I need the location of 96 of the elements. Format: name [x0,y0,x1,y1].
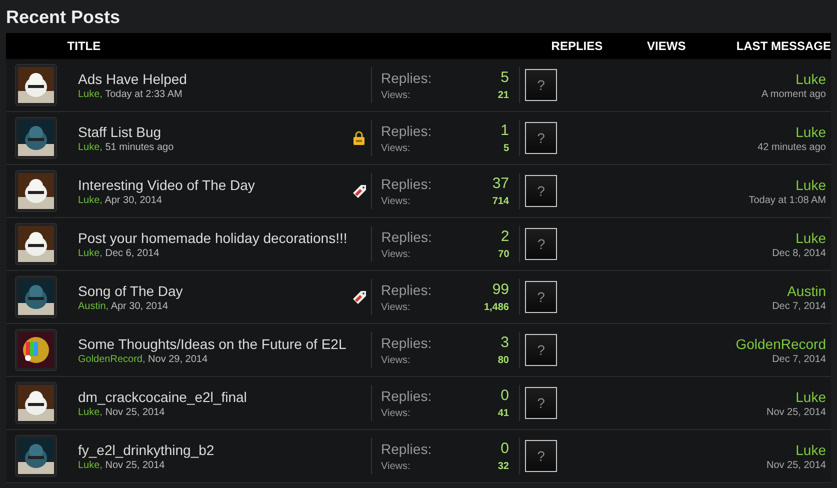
last-poster-name[interactable]: Luke [796,442,826,458]
last-poster-name[interactable]: Luke [796,388,826,404]
avatar[interactable] [15,435,57,477]
views-count: 5 [502,143,509,154]
last-poster-avatar[interactable]: ? [525,334,557,366]
thread-row[interactable]: Some Thoughts/Ideas on the Future of E2L GoldenRecord, Nov 29, 2014 Replies: 3 Views: 80 ? GoldenRecord Dec 7, 2014 [6,324,831,377]
views-count: 41 [498,408,509,419]
thread-title[interactable]: Some Thoughts/Ideas on the Future of E2L [78,336,347,352]
replies-label: Replies: [381,122,433,138]
replies-label: Replies: [381,388,433,404]
column-header: VIEWS [646,39,686,53]
thread-row[interactable]: Ads Have Helped Luke, Today at 2:33 AM Replies: 5 Views: 21 ? Luke A moment ago [6,59,831,112]
last-poster-avatar[interactable]: ? [525,387,557,419]
tag-icon [352,290,366,304]
last-poster-avatar[interactable]: ? [525,122,557,154]
replies-count: 37 [492,175,509,192]
views-label: Views: [381,90,412,101]
thread-row[interactable]: Staff List Bug Luke, 51 minutes ago Replies: 1 Views: 5 ? Luke 42 minutes ago [6,112,831,165]
avatar[interactable] [15,64,57,106]
column-header: TITLE [67,39,102,53]
section-heading: Recent Posts [6,6,122,28]
replies-count: 0 [500,440,509,457]
last-poster-avatar[interactable]: ? [525,228,558,260]
last-post-date: Nov 25, 2014 [766,460,826,470]
last-post-date: A moment ago [762,88,826,100]
replies-count: 2 [500,228,510,245]
last-post-date: Dec 7, 2014 [772,300,826,312]
avatar[interactable] [15,382,57,424]
views-count: 21 [498,90,509,101]
avatar[interactable] [15,329,57,371]
avatar[interactable] [15,276,57,318]
replies-count: 5 [500,69,509,86]
thread-meta: Austin, Apr 30, 2014 [78,300,170,312]
views-label: Views: [381,408,412,419]
thread-meta: Luke, Dec 6, 2014 [78,248,160,258]
views-count: 70 [498,249,510,260]
views-label: Views: [381,249,412,260]
thread-title[interactable]: dm_crackcocaine_e2l_final [78,388,347,404]
thread-meta: Luke, Nov 25, 2014 [78,406,166,418]
last-poster-name[interactable]: Austin [787,282,826,298]
replies-label: Replies: [381,176,433,192]
replies-label: Replies: [381,334,433,350]
last-post-date: Dec 8, 2014 [772,248,826,258]
last-poster-name[interactable]: GoldenRecord [736,336,826,352]
views-label: Views: [381,143,412,154]
views-label: Views: [381,196,412,207]
last-poster-name[interactable]: Luke [796,176,826,192]
thread-row[interactable]: Post your homemade holiday decorations!!! Luke, Dec 6, 2014 Replies: 2 Views: 70 ? Luke Dec 8, 2014 [6,218,831,271]
column-header: REPLIES [551,39,603,53]
thread-title[interactable]: Interesting Video of The Day [78,176,347,192]
thread-meta: Luke, Apr 30, 2014 [78,194,163,206]
thread-title[interactable]: fy_e2l_drinkything_b2 [78,442,347,458]
avatar[interactable] [15,117,57,159]
thread-meta: GoldenRecord, Nov 29, 2014 [78,354,209,364]
replies-label: Replies: [381,282,433,298]
views-count: 32 [498,461,509,472]
avatar[interactable] [15,170,57,212]
thread-row[interactable]: dm_crackcocaine_e2l_final Luke, Nov 25, 2014 Replies: 0 Views: 41 ? Luke Nov 25, 2014 [6,377,831,430]
replies-label: Replies: [381,228,433,244]
last-poster-avatar[interactable]: ? [525,175,557,207]
thread-row[interactable]: Song of The Day Austin, Apr 30, 2014 Replies: 99 Views: 1,486 ? Austin Dec 7, 2014 [6,271,831,324]
thread-title[interactable]: Ads Have Helped [78,70,347,86]
views-count: 80 [498,355,509,366]
last-post-date: Dec 7, 2014 [772,354,826,364]
last-post-date: Nov 25, 2014 [766,406,826,418]
replies-label: Replies: [381,440,433,456]
last-poster-avatar[interactable]: ? [525,281,557,313]
last-poster-avatar[interactable]: ? [525,69,557,101]
views-count: 714 [492,196,509,207]
views-count: 1,486 [484,302,509,313]
views-label: Views: [381,461,412,472]
last-poster-name[interactable]: Luke [796,230,826,246]
lock-icon [353,131,365,145]
replies-count: 3 [500,334,509,351]
thread-title[interactable]: Staff List Bug [78,124,347,140]
replies-label: Replies: [381,70,433,86]
last-poster-name[interactable]: Luke [796,124,826,140]
replies-count: 0 [500,387,509,404]
last-poster-name[interactable]: Luke [796,70,826,86]
thread-row[interactable]: fy_e2l_drinkything_b2 Luke, Nov 25, 2014 Replies: 0 Views: 32 ? Luke Nov 25, 2014 [6,430,831,483]
replies-count: 1 [500,122,509,139]
replies-count: 99 [491,281,509,298]
views-label: Views: [381,355,412,366]
thread-meta: Luke, 51 minutes ago [78,142,175,152]
last-post-date: Today at 1:08 AM [748,194,826,206]
last-poster-avatar[interactable]: ? [525,440,557,472]
thread-meta: Luke, Nov 25, 2014 [78,460,166,470]
views-label: Views: [381,302,412,313]
last-post-date: 42 minutes ago [758,142,826,152]
tag-icon [352,184,366,198]
thread-row[interactable]: Interesting Video of The Day Luke, Apr 30, 2014 Replies: 37 Views: 714 ? Luke Today at 1:08 AM [6,165,831,218]
avatar[interactable] [15,223,57,265]
thread-meta: Luke, Today at 2:33 AM [78,88,184,100]
thread-title[interactable]: Song of The Day [78,282,347,298]
column-header: LAST MESSAGE [735,39,831,53]
thread-title[interactable]: Post your homemade holiday decorations!!! [78,230,348,246]
